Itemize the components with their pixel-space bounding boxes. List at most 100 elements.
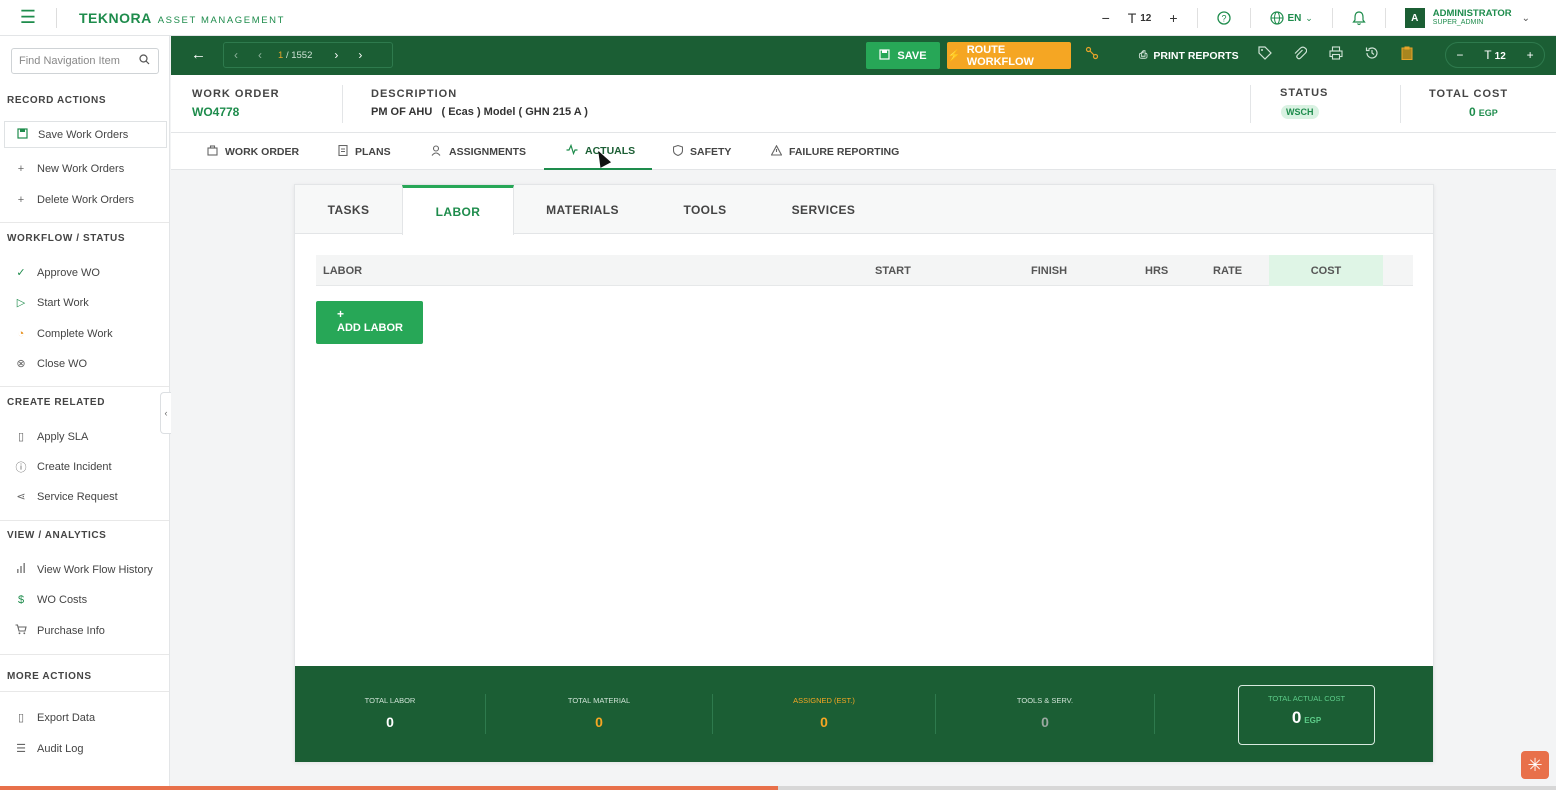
column-header-labor[interactable]: LABOR (323, 255, 362, 286)
status-badge: WSCH (1281, 105, 1319, 119)
close-circle-icon: ⊗ (16, 358, 26, 370)
tab-assignments[interactable]: ASSIGNMENTS (431, 133, 526, 170)
nav-search-input[interactable] (19, 55, 139, 67)
shield-icon (672, 144, 684, 159)
next-record-button[interactable]: › (324, 48, 348, 62)
sidebar-item-apply-sla[interactable]: ▯ Apply SLA (4, 423, 167, 450)
sidebar-item-complete-work[interactable]: ◔ Complete Work (4, 320, 167, 347)
cost-summary-footer: TOTAL LABOR 0 TOTAL MATERIAL 0 ASSIGNED … (295, 666, 1433, 762)
section-title-view-analytics: VIEW / ANALYTICS (7, 530, 107, 541)
divider (0, 691, 169, 692)
divider (0, 386, 169, 387)
divider (0, 222, 169, 223)
column-header-cost[interactable]: COST (1269, 255, 1383, 286)
assigned-summary: ASSIGNED (EST.) 0 (713, 666, 935, 762)
print-reports-button[interactable]: ⎙ PRINT REPORTS (1139, 49, 1239, 62)
chevron-down-icon: ⌄ (1305, 12, 1313, 23)
sidebar-item-purchase-info[interactable]: Purchase Info (4, 617, 167, 644)
sidebar-item-workflow-history[interactable]: View Work Flow History (4, 556, 167, 583)
sidebar-item-export-data[interactable]: ▯ Export Data (4, 704, 167, 731)
sub-tab-labor[interactable]: LABOR (402, 185, 514, 235)
column-header-start[interactable]: START (875, 255, 911, 286)
progress-fill (0, 786, 778, 790)
sub-tab-tools[interactable]: TOOLS (651, 185, 759, 234)
assigned-label: ASSIGNED (EST.) (793, 696, 855, 705)
share-icon: ⋖ (16, 491, 26, 503)
font-increase-button[interactable]: + (1160, 10, 1186, 26)
total-material-value: 0 (595, 714, 603, 730)
font-decrease-button[interactable]: − (1093, 10, 1119, 26)
tab-failure-reporting[interactable]: FAILURE REPORTING (770, 133, 899, 170)
sidebar-item-audit-log[interactable]: ☰ Audit Log (4, 735, 167, 762)
divider (342, 85, 343, 123)
clipboard-icon[interactable] (1401, 46, 1413, 63)
save-icon (879, 48, 891, 63)
top-bar: ☰ TEKNORA ASSET MANAGEMENT − T 12 + ? EN … (0, 0, 1556, 36)
lightning-icon: ⚡ (947, 50, 961, 62)
warning-triangle-icon (770, 144, 783, 159)
total-actual-cost-box: TOTAL ACTUAL COST 0 EGP (1238, 685, 1375, 745)
sub-tab-services[interactable]: SERVICES (759, 185, 888, 234)
save-button[interactable]: SAVE (866, 42, 940, 69)
search-icon[interactable] (139, 54, 150, 68)
tools-services-value: 0 (1041, 714, 1049, 730)
user-role: SUPER_ADMIN (1432, 19, 1484, 26)
help-icon[interactable]: ? (1208, 11, 1240, 25)
tab-safety[interactable]: SAFETY (672, 133, 731, 170)
column-header-hrs[interactable]: HRS (1145, 255, 1168, 286)
add-labor-button[interactable]: + ADD LABOR (316, 301, 423, 344)
sidebar-item-label: Service Request (37, 490, 118, 503)
tag-icon[interactable] (1258, 46, 1272, 63)
history-icon[interactable] (1365, 46, 1379, 63)
cart-icon (14, 623, 28, 638)
language-selector[interactable]: EN ⌄ (1261, 10, 1322, 26)
globe-icon (1269, 11, 1284, 25)
sub-tab-materials[interactable]: MATERIALS (514, 185, 651, 234)
column-header-finish[interactable]: FINISH (1031, 255, 1067, 286)
sidebar-item-delete-work-orders[interactable]: + Delete Work Orders (4, 186, 167, 213)
sidebar-item-label: Purchase Info (37, 624, 105, 637)
total-material-label: TOTAL MATERIAL (567, 696, 631, 705)
nav-search-box (11, 48, 159, 74)
sidebar-item-create-incident[interactable]: ⓘ Create Incident (4, 453, 167, 480)
total-material-summary: TOTAL MATERIAL 0 (486, 666, 712, 762)
zoom-in-button[interactable]: + (1527, 48, 1534, 62)
sidebar-item-approve-wo[interactable]: ✓ Approve WO (4, 259, 167, 286)
first-record-button[interactable]: ‹ (224, 48, 248, 62)
tab-work-order[interactable]: WORK ORDER (207, 133, 299, 170)
back-arrow-icon[interactable]: ← (191, 46, 206, 63)
divider (56, 7, 57, 28)
prev-record-button[interactable]: ‹ (248, 48, 272, 62)
font-size-indicator: T 12 (1484, 48, 1506, 62)
column-header-rate[interactable]: RATE (1213, 255, 1242, 286)
notification-bell-icon[interactable] (1343, 10, 1375, 26)
hamburger-menu-icon[interactable]: ☰ (0, 0, 56, 36)
printer-icon[interactable] (1329, 46, 1343, 63)
workflow-path-icon[interactable] (1085, 46, 1099, 63)
sub-tab-tasks[interactable]: TASKS (295, 185, 402, 234)
document-icon: ▯ (17, 431, 25, 443)
sidebar-item-service-request[interactable]: ⋖ Service Request (4, 483, 167, 510)
route-workflow-button[interactable]: ⚡ ROUTE WORKFLOW (947, 42, 1071, 69)
user-menu[interactable]: A ADMINISTRATOR SUPER_ADMIN ⌄ (1396, 8, 1556, 28)
sidebar-item-close-wo[interactable]: ⊗ Close WO (4, 350, 167, 377)
add-labor-label: ADD LABOR (337, 322, 403, 334)
list-icon: ☰ (16, 743, 26, 755)
sidebar-item-start-work[interactable]: ▷ Start Work (4, 289, 167, 316)
attachment-icon[interactable] (1293, 46, 1308, 63)
brand-name: TEKNORA (79, 9, 152, 26)
last-record-button[interactable]: › (348, 48, 372, 62)
sidebar-item-wo-costs[interactable]: $ WO Costs (4, 586, 167, 613)
tab-label: PLANS (355, 145, 391, 158)
sidebar-item-save-work-orders[interactable]: Save Work Orders (4, 121, 167, 148)
section-title-record-actions: RECORD ACTIONS (7, 95, 107, 106)
total-cost-amount: 0 (1469, 105, 1476, 119)
assistant-sparkle-icon[interactable]: ✳ (1521, 751, 1549, 779)
tab-label: WORK ORDER (225, 145, 300, 158)
zoom-out-button[interactable]: − (1456, 48, 1463, 62)
sidebar-collapse-button[interactable]: ‹ (160, 392, 171, 434)
bar-chart-icon (14, 563, 28, 576)
tab-plans[interactable]: PLANS (338, 133, 391, 170)
sidebar-item-new-work-orders[interactable]: + New Work Orders (4, 155, 167, 182)
sidebar-item-label: Create Incident (37, 460, 112, 473)
